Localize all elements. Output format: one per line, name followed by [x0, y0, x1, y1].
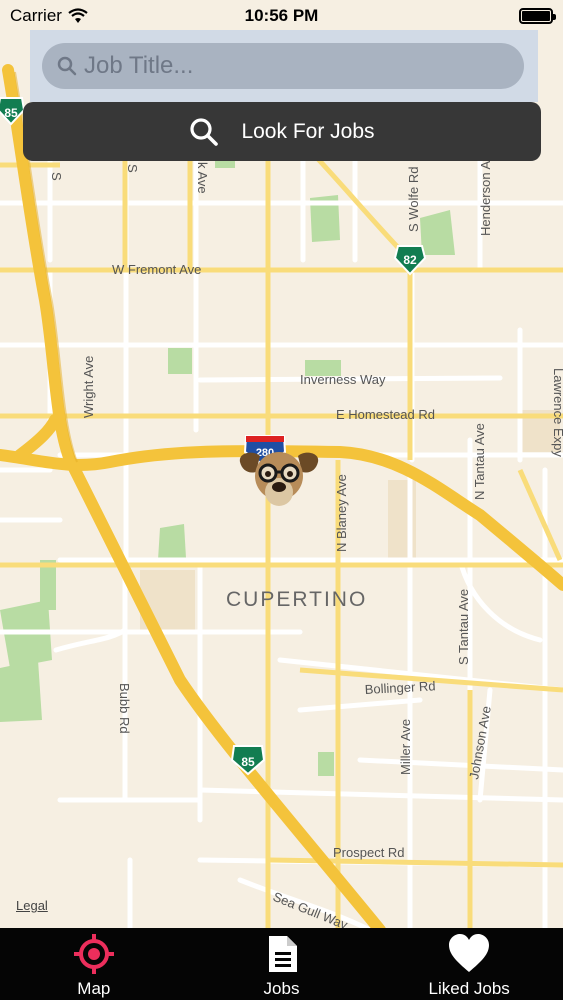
tab-map-label: Map — [77, 979, 111, 998]
look-for-jobs-button[interactable]: Look For Jobs — [23, 102, 541, 161]
tab-jobs-label: Jobs — [263, 979, 300, 998]
job-title-search-field[interactable] — [42, 43, 524, 89]
status-bar: Carrier 10:56 PM — [0, 0, 563, 32]
label-s-top-left: S — [49, 172, 64, 181]
tab-liked-jobs-label: Liked Jobs — [428, 979, 510, 998]
label-bubb: Bubb Rd — [117, 683, 132, 734]
search-icon — [57, 56, 77, 76]
label-wright: Wright Ave — [81, 356, 96, 418]
label-blaney: N Blaney Ave — [334, 474, 349, 552]
heart-icon — [449, 934, 490, 972]
shield-hwy85-bottom: 85 — [230, 745, 266, 776]
battery-level — [522, 11, 550, 21]
label-k-ave: k Ave — [195, 162, 210, 194]
label-lawrence: Lawrence Expy — [551, 368, 563, 457]
label-miller: Miller Ave — [398, 719, 413, 775]
dog-with-glasses-icon[interactable] — [236, 448, 322, 510]
label-w-fremont: W Fremont Ave — [112, 262, 201, 277]
look-for-jobs-label: Look For Jobs — [241, 119, 375, 143]
shield-hwy82-label: 82 — [403, 253, 417, 267]
label-homestead: E Homestead Rd — [336, 407, 435, 422]
label-cupertino: CUPERTINO — [226, 588, 367, 611]
shield-hwy85-bottom-label: 85 — [241, 755, 255, 769]
legal-link[interactable]: Legal — [16, 898, 48, 913]
tab-bar: Map Jobs Liked Jobs — [0, 928, 563, 1000]
label-s-top-mid: S — [125, 164, 140, 173]
tab-liked-jobs[interactable]: Liked Jobs — [375, 928, 563, 1000]
search-icon — [190, 117, 219, 146]
search-panel — [30, 30, 538, 102]
label-inverness: Inverness Way — [300, 372, 386, 387]
document-icon — [268, 936, 297, 972]
tab-map[interactable]: Map — [0, 928, 188, 1000]
status-time: 10:56 PM — [244, 6, 319, 25]
battery-icon — [519, 8, 556, 24]
label-prospect: Prospect Rd — [333, 845, 405, 860]
job-title-input[interactable] — [84, 52, 504, 80]
label-wolfe: S Wolfe Rd — [406, 166, 421, 232]
label-tantau-n: N Tantau Ave — [472, 423, 487, 500]
label-bollinger: Bollinger Rd — [364, 678, 436, 697]
tab-jobs[interactable]: Jobs — [188, 928, 376, 1000]
label-tantau-s: S Tantau Ave — [456, 589, 471, 665]
shield-hwy85-top-label: 85 — [4, 106, 18, 120]
target-icon — [73, 934, 114, 974]
